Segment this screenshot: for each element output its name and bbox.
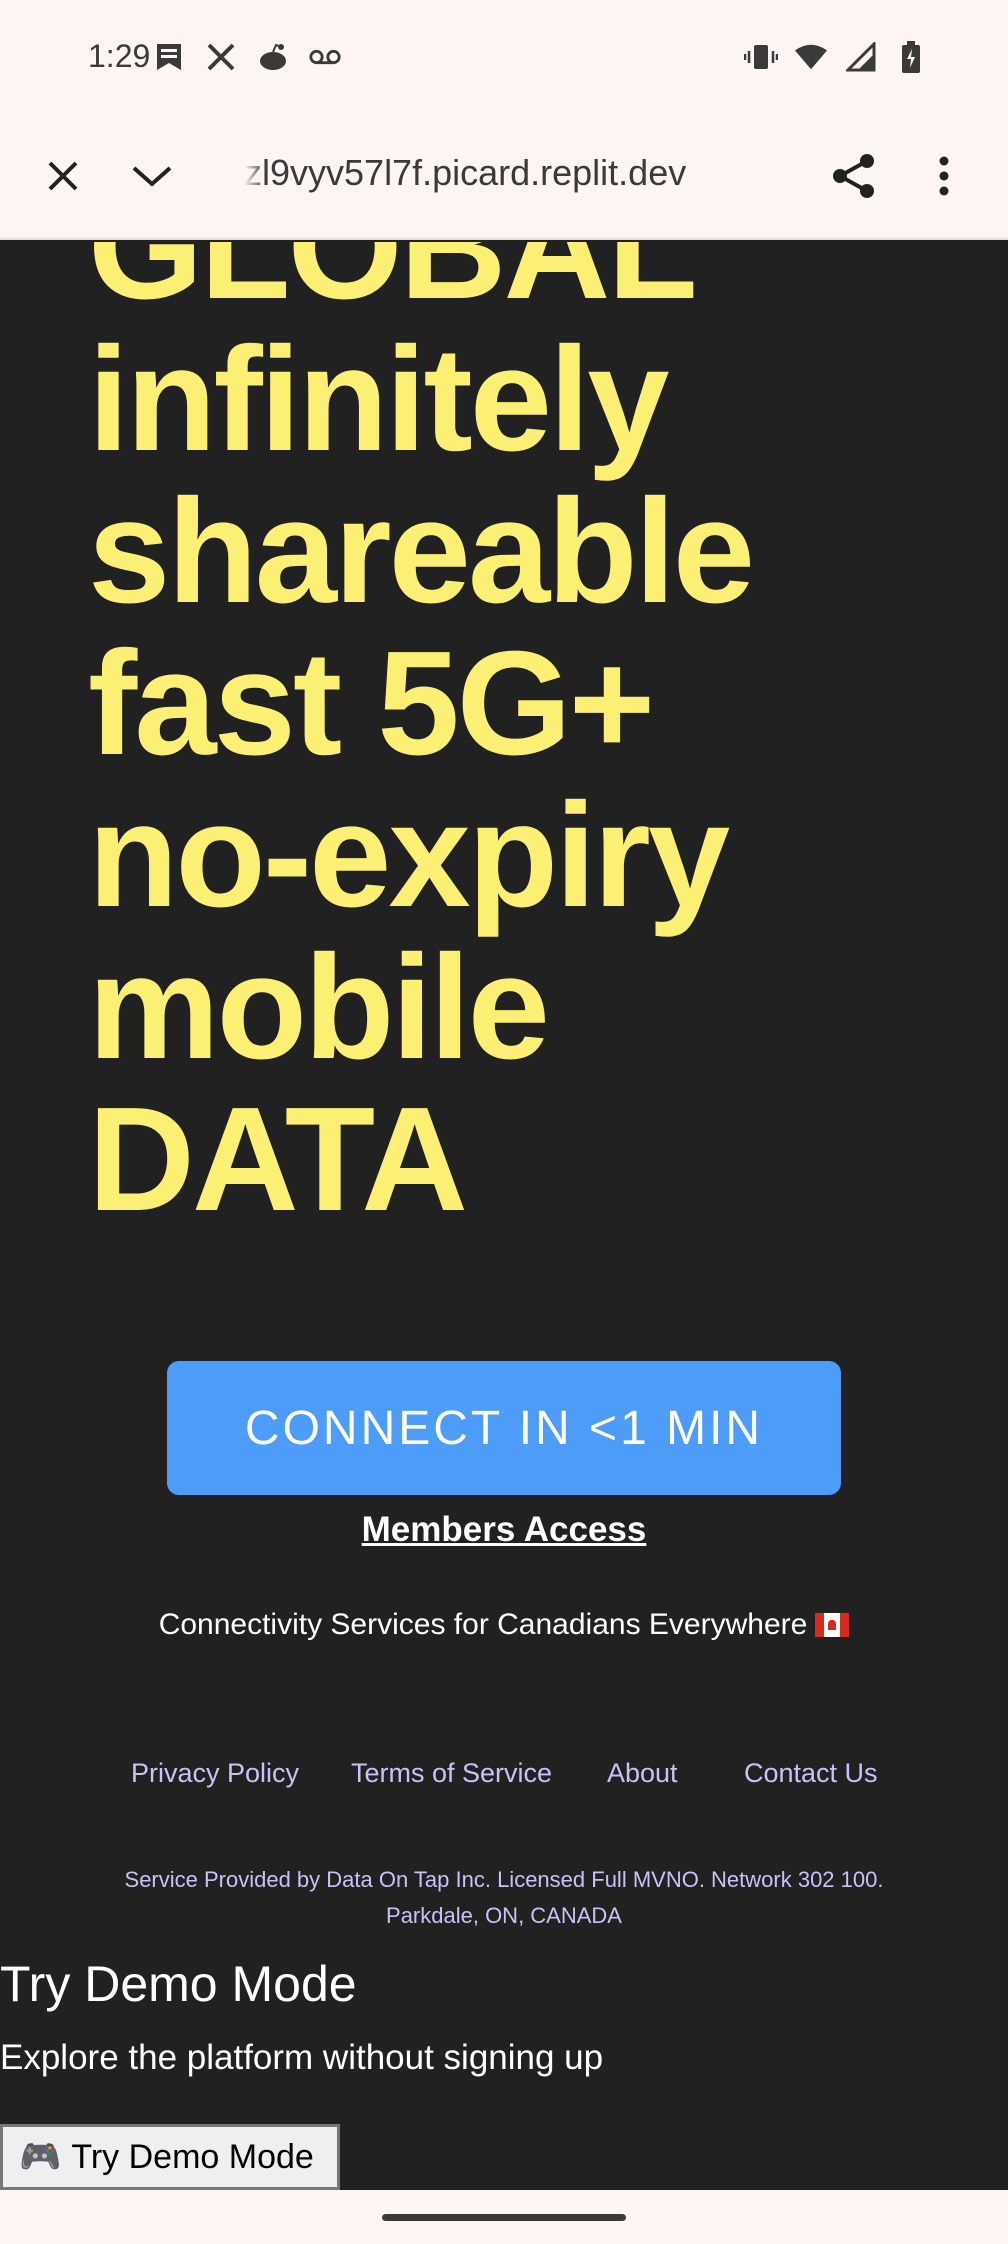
tagline-text: Connectivity Services for Canadians Ever… bbox=[158, 1608, 808, 1641]
legal-line: Service Provided by Data On Tap Inc. Lic… bbox=[124, 1867, 884, 1892]
hero-line: DATA bbox=[88, 1077, 468, 1242]
url-fade bbox=[244, 144, 266, 204]
browser-toolbar: zl9vyv57l7f.picard.replit.dev bbox=[0, 114, 1008, 240]
contact-us-link[interactable]: Contact Us bbox=[744, 1758, 878, 1789]
footer-links: Privacy Policy Terms of Service About Co… bbox=[0, 1758, 1008, 1798]
hero-line: infinitely bbox=[88, 317, 669, 482]
demo-title: Try Demo Mode bbox=[0, 1956, 357, 2012]
bookmark-notification-icon bbox=[152, 40, 186, 74]
more-vert-icon[interactable] bbox=[912, 144, 976, 208]
about-link[interactable]: About bbox=[607, 1758, 678, 1789]
terms-of-service-link[interactable]: Terms of Service bbox=[351, 1758, 552, 1789]
battery-charging-icon bbox=[894, 40, 928, 74]
wifi-icon bbox=[794, 40, 828, 74]
members-access-link[interactable]: Members Access bbox=[0, 1510, 1008, 1550]
try-demo-label: Try Demo Mode bbox=[71, 2137, 314, 2176]
hero-line: GLOBAL bbox=[88, 242, 698, 330]
voicemail-icon bbox=[308, 40, 342, 74]
close-icon[interactable] bbox=[31, 144, 95, 208]
status-bar: 1:29 bbox=[0, 0, 1008, 114]
chevron-down-icon[interactable] bbox=[120, 144, 184, 208]
hero-line: no-expiry bbox=[88, 773, 730, 938]
gesture-nav-bar bbox=[0, 2190, 1008, 2244]
x-app-icon bbox=[204, 40, 238, 74]
hero-headline: GLOBAL infinitely shareable fast 5G+ no-… bbox=[88, 242, 755, 1242]
legal-notice: Service Provided by Data On Tap Inc. Lic… bbox=[0, 1862, 1008, 1934]
try-demo-button[interactable]: 🎮 Try Demo Mode bbox=[0, 2124, 340, 2190]
connect-button[interactable]: CONNECT IN <1 MIN bbox=[167, 1361, 841, 1495]
tagline: Connectivity Services for Canadians Ever… bbox=[0, 1608, 1008, 1642]
demo-subtitle: Explore the platform without signing up bbox=[0, 2038, 604, 2077]
url-bar[interactable]: zl9vyv57l7f.picard.replit.dev bbox=[244, 152, 724, 194]
gamepad-icon: 🎮 bbox=[19, 2138, 62, 2176]
page-content: GLOBAL infinitely shareable fast 5G+ no-… bbox=[0, 242, 1008, 2190]
privacy-policy-link[interactable]: Privacy Policy bbox=[131, 1758, 299, 1789]
legal-line: Parkdale, ON, CANADA bbox=[386, 1903, 622, 1928]
members-access-label[interactable]: Members Access bbox=[362, 1510, 647, 1549]
reddit-icon bbox=[256, 40, 290, 74]
vibrate-icon bbox=[744, 40, 778, 74]
share-icon[interactable] bbox=[822, 144, 886, 208]
canada-flag-icon bbox=[815, 1613, 850, 1637]
hero-line: fast 5G+ bbox=[88, 621, 655, 786]
home-handle[interactable] bbox=[382, 2214, 626, 2221]
status-time: 1:29 bbox=[88, 38, 151, 74]
hero-line: shareable bbox=[88, 469, 755, 634]
hero-line: mobile bbox=[88, 925, 550, 1090]
cell-signal-icon bbox=[844, 40, 878, 74]
